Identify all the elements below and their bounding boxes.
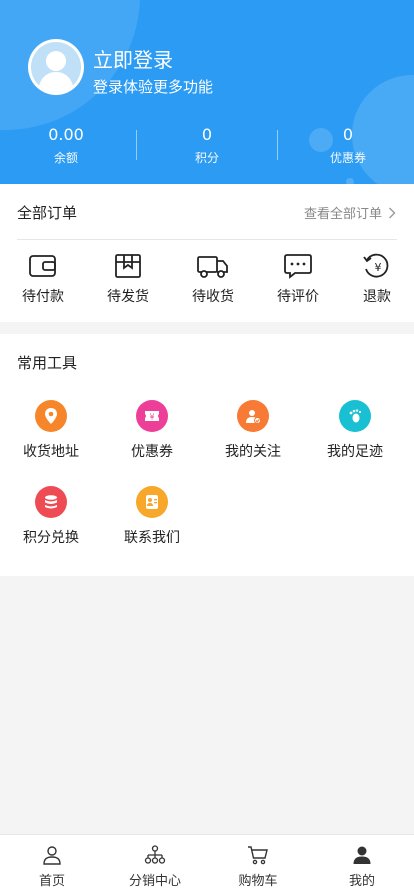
- tools-section: 常用工具 收货地址 ¥ 优惠券 我的关注 我的足迹 积分兑换 联系我们: [0, 334, 414, 576]
- tool-label: 我的关注: [225, 444, 281, 460]
- cart-icon: [248, 846, 268, 865]
- distribution-icon: [144, 845, 166, 864]
- tab-label: 我的: [348, 874, 375, 889]
- tool-label: 我的足迹: [327, 444, 383, 460]
- stat-value: 0: [342, 125, 354, 144]
- order-pending-receipt[interactable]: 待收货: [173, 252, 253, 306]
- tool-label: 收货地址: [23, 444, 79, 460]
- login-button[interactable]: 立即登录: [93, 44, 173, 73]
- bottom-tab-bar: 首页 分销中心 购物车 我的: [0, 834, 414, 896]
- stat-label: 优惠券: [329, 151, 366, 165]
- stat-label: 余额: [53, 151, 78, 165]
- view-all-orders-link[interactable]: 查看全部订单: [304, 203, 396, 222]
- login-subtitle: 登录体验更多功能: [93, 78, 214, 96]
- order-item-label: 待评价: [277, 289, 319, 305]
- chevron-right-icon: [389, 207, 396, 218]
- location-icon: [35, 400, 67, 432]
- refund-icon: ¥: [363, 253, 389, 278]
- tab-cart[interactable]: 购物车: [208, 845, 308, 889]
- stat-label: 积分: [194, 151, 219, 165]
- tab-label: 首页: [38, 874, 65, 889]
- tool-my-footprints[interactable]: 我的足迹: [305, 400, 405, 461]
- tools-title: 常用工具: [17, 354, 78, 372]
- box-icon: [115, 254, 141, 278]
- tool-shipping-address[interactable]: 收货地址: [1, 400, 101, 461]
- divider: [277, 130, 278, 160]
- wallet-icon: [29, 255, 56, 277]
- svg-text:¥: ¥: [149, 413, 154, 422]
- divider: [17, 239, 397, 240]
- user-icon: [353, 846, 371, 864]
- order-pending-shipment[interactable]: 待发货: [88, 252, 168, 306]
- tool-coupons[interactable]: ¥ 优惠券: [102, 400, 202, 461]
- order-item-label: 待付款: [22, 289, 64, 305]
- profile-header: 立即登录 登录体验更多功能 0.00 余额 0 积分 0 优惠券: [0, 0, 414, 184]
- view-all-orders-label: 查看全部订单: [303, 207, 382, 222]
- home-icon: [43, 846, 61, 865]
- tool-points-exchange[interactable]: 积分兑换: [1, 486, 101, 547]
- stat-points[interactable]: 0 积分: [147, 125, 267, 166]
- orders-title: 全部订单: [17, 204, 78, 222]
- contact-icon: [136, 486, 168, 518]
- avatar[interactable]: [28, 39, 84, 95]
- tab-label: 分销中心: [128, 874, 181, 889]
- tab-label: 购物车: [238, 874, 278, 889]
- stat-value: 0.00: [48, 125, 84, 144]
- stat-balance[interactable]: 0.00 余额: [6, 125, 126, 166]
- svg-text:¥: ¥: [375, 261, 382, 274]
- order-pending-payment[interactable]: 待付款: [3, 252, 83, 306]
- stat-coupons[interactable]: 0 优惠券: [288, 125, 408, 166]
- order-refund[interactable]: ¥ 退款: [337, 252, 414, 306]
- tool-label: 优惠券: [131, 444, 173, 460]
- tab-distribution[interactable]: 分销中心: [105, 845, 205, 889]
- order-item-label: 退款: [363, 289, 391, 305]
- tool-contact-us[interactable]: 联系我们: [102, 486, 202, 547]
- orders-section: 全部订单 查看全部订单 待付款 待发货 待收货 待评价 ¥ 退款: [0, 184, 414, 322]
- order-pending-review[interactable]: 待评价: [258, 252, 338, 306]
- default-avatar-icon: [38, 51, 74, 92]
- tab-home[interactable]: 首页: [2, 845, 102, 889]
- footprint-icon: [339, 400, 371, 432]
- order-item-label: 待收货: [192, 289, 234, 305]
- tool-label: 联系我们: [124, 530, 180, 546]
- truck-icon: [197, 256, 228, 278]
- coupon-icon: ¥: [136, 400, 168, 432]
- comment-icon: [284, 254, 312, 279]
- order-item-label: 待发货: [107, 289, 149, 305]
- divider: [136, 130, 137, 160]
- tab-mine[interactable]: 我的: [312, 845, 412, 889]
- tool-my-follows[interactable]: 我的关注: [203, 400, 303, 461]
- tool-label: 积分兑换: [23, 530, 79, 546]
- points-icon: [35, 486, 67, 518]
- follow-icon: [237, 400, 269, 432]
- stat-value: 0: [201, 125, 213, 144]
